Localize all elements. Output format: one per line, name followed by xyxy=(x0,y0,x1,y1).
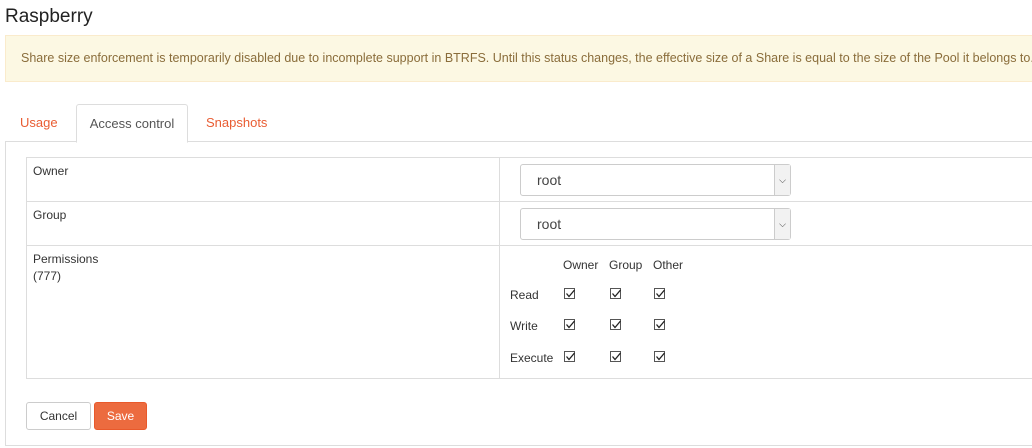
warning-alert: Share size enforcement is temporarily di… xyxy=(5,35,1032,82)
checkmark-icon xyxy=(656,352,665,361)
permissions-octal: (777) xyxy=(33,269,62,283)
execute-owner-checkbox[interactable] xyxy=(564,351,575,362)
checkmark-icon xyxy=(612,320,621,329)
perm-col-group: Group xyxy=(609,258,643,272)
checkmark-icon xyxy=(656,320,665,329)
execute-other-checkbox[interactable] xyxy=(654,351,665,362)
checkmark-icon xyxy=(656,289,665,298)
cancel-button[interactable]: Cancel xyxy=(26,402,91,430)
group-row: Group root ⌵ xyxy=(26,201,1032,246)
permissions-row: Permissions (777) Owner Group Other Read… xyxy=(26,245,1032,379)
permissions-grid: Owner Group Other Read Write Execute xyxy=(500,246,800,376)
page-title: Raspberry xyxy=(5,6,93,27)
owner-select[interactable]: root ⌵ xyxy=(520,164,791,196)
read-owner-checkbox[interactable] xyxy=(564,288,575,299)
write-group-checkbox[interactable] xyxy=(610,319,621,330)
perm-row-read: Read xyxy=(510,288,539,302)
group-value-cell: root ⌵ xyxy=(499,201,1032,246)
perm-row-execute: Execute xyxy=(510,351,554,365)
owner-row: Owner root ⌵ xyxy=(26,157,1032,202)
access-control-table: Owner root ⌵ Group root ⌵ Permissions (7… xyxy=(26,157,1032,379)
permissions-grid-cell: Owner Group Other Read Write Execute xyxy=(499,245,1032,379)
group-label: Group xyxy=(26,201,500,246)
tab-access-control[interactable]: Access control xyxy=(76,104,188,143)
checkmark-icon xyxy=(612,352,621,361)
owner-label: Owner xyxy=(26,157,500,202)
execute-group-checkbox[interactable] xyxy=(610,351,621,362)
save-button[interactable]: Save xyxy=(94,402,147,430)
chevron-down-icon[interactable]: ⌵ xyxy=(774,165,790,195)
checkmark-icon xyxy=(566,289,575,298)
group-select[interactable]: root ⌵ xyxy=(520,208,791,240)
write-owner-checkbox[interactable] xyxy=(564,319,575,330)
group-select-value: root xyxy=(537,216,562,232)
permissions-label-cell: Permissions (777) xyxy=(26,245,500,379)
perm-row-write: Write xyxy=(510,319,538,333)
perm-col-other: Other xyxy=(653,258,684,272)
read-group-checkbox[interactable] xyxy=(610,288,621,299)
owner-select-value: root xyxy=(537,172,562,188)
tab-snapshots[interactable]: Snapshots xyxy=(191,104,281,142)
read-other-checkbox[interactable] xyxy=(654,288,665,299)
perm-col-owner: Owner xyxy=(563,258,599,272)
checkmark-icon xyxy=(566,320,575,329)
owner-value-cell: root ⌵ xyxy=(499,157,1032,202)
tab-usage[interactable]: Usage xyxy=(5,104,75,142)
tab-bar: Usage Access control Snapshots xyxy=(5,104,1032,143)
tab-content-panel: Owner root ⌵ Group root ⌵ Permissions (7… xyxy=(5,142,1032,446)
checkmark-icon xyxy=(612,289,621,298)
permissions-label: Permissions xyxy=(33,252,99,266)
checkmark-icon xyxy=(566,352,575,361)
write-other-checkbox[interactable] xyxy=(654,319,665,330)
chevron-down-icon[interactable]: ⌵ xyxy=(774,209,790,239)
